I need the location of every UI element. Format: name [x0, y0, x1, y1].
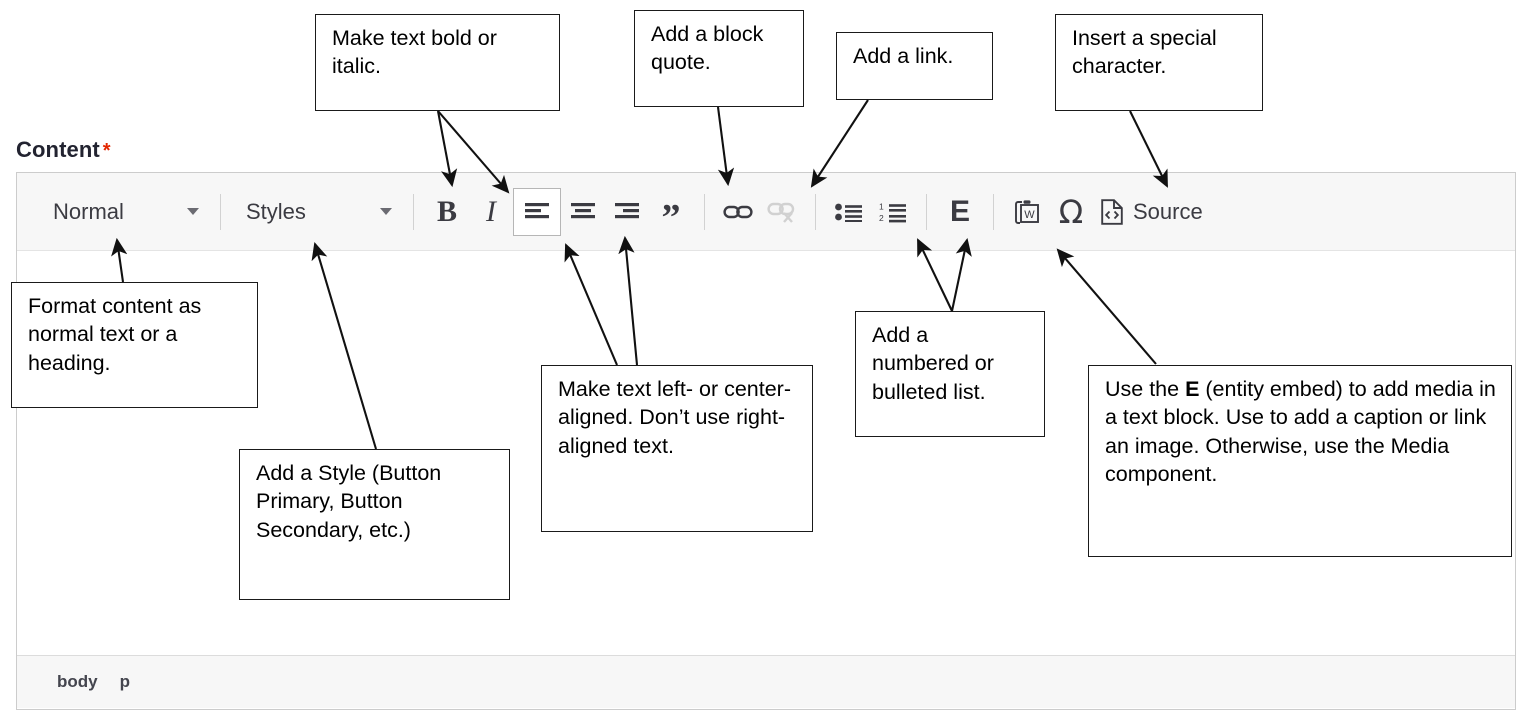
styles-dropdown[interactable]: Styles [232, 192, 402, 232]
paragraph-format-value: Normal [53, 198, 124, 224]
annotation-special-character-text: Insert a special character. [1072, 26, 1217, 79]
link-button[interactable] [716, 190, 760, 234]
page-title: Content * [16, 137, 111, 163]
toolbar-divider [926, 193, 927, 230]
align-left-icon [525, 202, 549, 218]
italic-icon: I [486, 194, 496, 228]
annotation-entity-embed: Use the E (entity embed) to add media in… [1088, 365, 1512, 557]
unlink-button[interactable] [760, 190, 804, 234]
element-path-breadcrumb: body p [17, 655, 1515, 708]
svg-text:2: 2 [879, 213, 884, 223]
source-label: Source [1133, 198, 1203, 224]
bulleted-list-icon [835, 203, 862, 222]
link-icon [723, 205, 753, 218]
annotation-link: Add a link. [836, 32, 993, 100]
bulleted-list-button[interactable] [827, 190, 871, 234]
annotation-format: Format content as normal text or a headi… [11, 282, 258, 408]
italic-button[interactable]: I [469, 190, 513, 234]
breadcrumb-item-body[interactable]: body [57, 672, 98, 692]
styles-value: Styles [246, 198, 306, 224]
entity-embed-button[interactable]: E [938, 190, 982, 234]
annotation-special-character: Insert a special character. [1055, 14, 1263, 111]
annotation-link-text: Add a link. [853, 44, 954, 68]
bold-icon: B [436, 194, 457, 228]
numbered-list-button[interactable]: 1 2 [871, 190, 915, 234]
align-right-icon [615, 202, 639, 218]
svg-text:1: 1 [879, 201, 884, 211]
required-asterisk: * [102, 140, 111, 162]
annotation-list: Add a numbered or bulleted list. [855, 311, 1045, 437]
editor-toolbar[interactable]: Normal Styles B I ” 1 2 E W Ω Source [17, 173, 1515, 251]
align-center-button[interactable] [561, 190, 605, 234]
align-left-button[interactable] [513, 187, 561, 236]
omega-icon: Ω [1058, 192, 1084, 231]
align-right-button[interactable] [605, 190, 649, 234]
paste-from-word-button[interactable]: W [1005, 190, 1049, 234]
annotation-align-text: Make text left- or center-aligned. Don’t… [558, 377, 791, 458]
annotation-list-text: Add a numbered or bulleted list. [872, 323, 994, 404]
annotation-block-quote: Add a block quote. [634, 10, 804, 107]
annotation-style: Add a Style (Button Primary, Button Seco… [239, 449, 510, 600]
unlink-icon [767, 202, 795, 223]
align-center-icon [571, 202, 595, 218]
annotation-align: Make text left- or center-aligned. Don’t… [541, 365, 813, 532]
toolbar-divider [413, 193, 414, 230]
annotation-entity-embed-bold: E [1185, 377, 1200, 401]
entity-embed-icon: E [949, 194, 970, 228]
source-icon [1101, 198, 1123, 225]
paragraph-format-dropdown[interactable]: Normal [39, 192, 209, 232]
breadcrumb-item-p[interactable]: p [120, 672, 130, 692]
paste-from-word-icon: W [1015, 199, 1039, 224]
field-label-text: Content [16, 137, 100, 162]
special-character-button[interactable]: Ω [1049, 190, 1093, 234]
svg-text:W: W [1024, 209, 1035, 221]
annotation-block-quote-text: Add a block quote. [651, 22, 764, 75]
annotation-entity-embed-text-pre: Use the [1105, 377, 1186, 401]
chevron-down-icon [380, 208, 392, 215]
toolbar-divider [704, 193, 705, 230]
annotation-bold-italic-text: Make text bold or italic. [332, 26, 497, 79]
numbered-list-icon: 1 2 [879, 201, 906, 223]
block-quote-button[interactable]: ” [649, 190, 693, 237]
toolbar-divider [993, 193, 994, 230]
annotation-style-text: Add a Style (Button Primary, Button Seco… [256, 461, 442, 542]
annotation-format-text: Format content as normal text or a headi… [28, 294, 202, 375]
toolbar-divider [815, 193, 816, 230]
toolbar-divider [220, 193, 221, 230]
bold-button[interactable]: B [425, 190, 469, 234]
annotation-bold-italic: Make text bold or italic. [315, 14, 560, 111]
source-button[interactable]: Source [1093, 190, 1211, 234]
chevron-down-icon [187, 208, 199, 215]
